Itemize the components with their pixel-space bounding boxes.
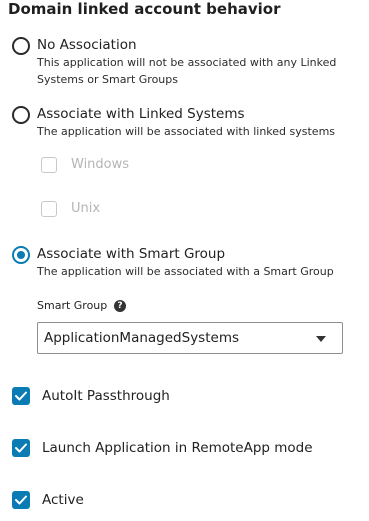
radio-description: This application will not be associated … xyxy=(37,56,337,86)
checkbox-box-checked[interactable] xyxy=(12,491,30,509)
checkbox-windows[interactable]: Windows xyxy=(41,157,161,175)
checkmark-icon xyxy=(15,495,27,505)
checkbox-label: Windows xyxy=(71,157,130,172)
checkbox-label: Unix xyxy=(71,201,101,216)
checkbox-label: AutoIt Passthrough xyxy=(42,388,170,404)
radio-button[interactable] xyxy=(12,106,30,124)
checkbox-unix[interactable]: Unix xyxy=(41,201,161,219)
checkbox-box-checked[interactable] xyxy=(12,439,30,457)
checkbox-box[interactable] xyxy=(41,201,57,217)
radio-description: The application will be associated with … xyxy=(37,125,336,138)
checkbox-autoit-passthrough[interactable]: AutoIt Passthrough xyxy=(12,387,312,407)
checkbox-box[interactable] xyxy=(41,157,57,173)
radio-linked-systems[interactable]: Associate with Linked Systems The applic… xyxy=(12,106,352,140)
checkbox-label: Active xyxy=(42,492,84,508)
radio-button-selected[interactable] xyxy=(12,246,30,264)
radio-button[interactable] xyxy=(12,37,30,55)
checkbox-active[interactable]: Active xyxy=(12,491,212,511)
radio-label: Associate with Linked Systems xyxy=(37,106,245,122)
smart-group-select[interactable]: ApplicationManagedSystems xyxy=(37,322,343,354)
radio-label: Associate with Smart Group xyxy=(37,246,226,262)
smart-group-label: Smart Group xyxy=(37,299,108,312)
checkmark-icon xyxy=(15,443,27,453)
checkbox-label: Launch Application in RemoteApp mode xyxy=(42,440,313,456)
checkbox-remoteapp-mode[interactable]: Launch Application in RemoteApp mode xyxy=(12,439,332,459)
smart-group-selected-value: ApplicationManagedSystems xyxy=(44,330,239,346)
radio-smart-group[interactable]: Associate with Smart Group The applicati… xyxy=(12,246,352,280)
radio-no-association[interactable]: No Association This application will not… xyxy=(12,37,352,87)
checkmark-icon xyxy=(15,391,27,401)
chevron-down-icon xyxy=(316,336,326,342)
checkbox-box-checked[interactable] xyxy=(12,387,30,405)
radio-description: The application will be associated with … xyxy=(37,265,334,278)
question-circle-icon[interactable]: ? xyxy=(114,300,126,312)
section-title: Domain linked account behavior xyxy=(8,0,281,18)
radio-label: No Association xyxy=(37,37,137,53)
